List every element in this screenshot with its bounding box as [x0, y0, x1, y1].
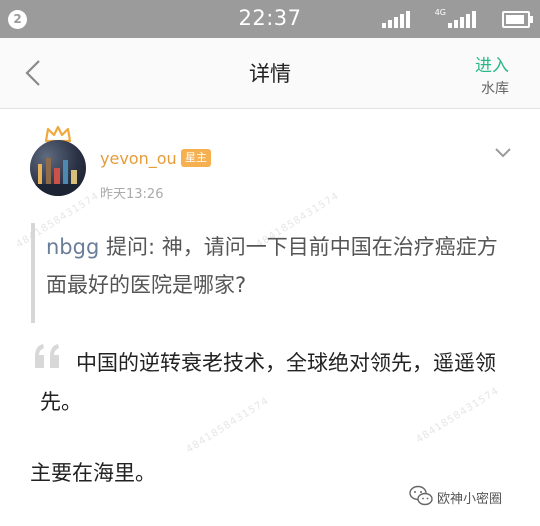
- chevron-down-icon[interactable]: [494, 147, 512, 159]
- nav-bar: 详情 进入 水库: [0, 38, 540, 109]
- signal-icon: [448, 8, 478, 30]
- battery-icon: [502, 11, 533, 28]
- quoted-text: 提问: 神，请问一下目前中国在治疗癌症方面最好的医院是哪家?: [46, 235, 498, 297]
- answer-text-2: 主要在海里。: [30, 461, 156, 485]
- enter-button[interactable]: 进入: [475, 51, 509, 76]
- wechat-label: 欧神小密圈: [437, 492, 503, 507]
- post-time: 昨天13:26: [100, 187, 164, 202]
- network-type: 4G: [434, 8, 446, 17]
- enter-sub-label: 水库: [481, 81, 509, 97]
- signal-icon: [382, 8, 412, 30]
- wechat-icon: [409, 485, 433, 506]
- answer-text: 中国的逆转衰老技术，全球绝对领先，遥遥领先。: [40, 351, 496, 414]
- avatar[interactable]: [30, 140, 86, 196]
- quoted-user[interactable]: nbgg: [46, 235, 99, 259]
- page-title: 详情: [249, 62, 291, 86]
- quoted-question: nbgg 提问: 神，请问一下目前中国在治疗癌症方面最好的医院是哪家?: [46, 228, 511, 304]
- username[interactable]: yevon_ou: [100, 149, 177, 168]
- status-bar: 2 22:37 4G: [0, 0, 540, 38]
- quote-bar: [31, 223, 35, 323]
- owner-badge: 星主: [181, 149, 211, 167]
